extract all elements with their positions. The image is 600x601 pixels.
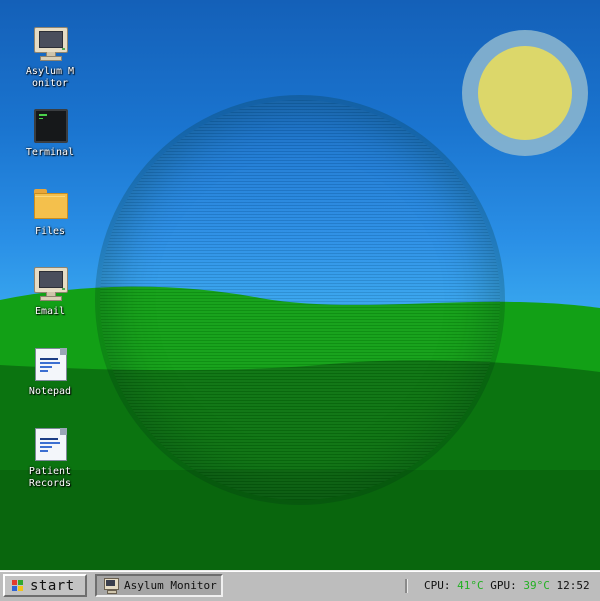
system-tray: CPU: 41°C GPU: 39°C 12:52	[424, 579, 590, 592]
desktop-icon-terminal[interactable]: Terminal	[14, 107, 86, 159]
desktop-icon-asylum-monitor[interactable]: Asylum Monitor	[14, 26, 86, 90]
document-icon	[32, 426, 68, 462]
wallpaper	[0, 30, 600, 570]
gpu-temperature: 39°C	[523, 579, 550, 592]
start-button[interactable]: start	[3, 574, 87, 597]
monitor-icon	[32, 26, 68, 62]
desktop-icon-label: Asylum Monitor	[25, 66, 75, 89]
desktop-icon-label: Terminal	[25, 147, 75, 158]
desktop-icon-label: Notepad	[28, 386, 72, 397]
notepad-icon	[32, 346, 68, 382]
desktop-icon-label: Files	[34, 226, 66, 237]
terminal-icon	[32, 107, 68, 143]
monitor-icon	[103, 578, 119, 594]
cpu-label: CPU:	[424, 579, 451, 592]
tray-separator	[405, 579, 408, 593]
desktop-icon-label: Patient Records	[28, 466, 72, 489]
start-label: start	[30, 577, 75, 594]
sun	[478, 46, 572, 140]
monitor-icon	[32, 266, 68, 302]
gpu-label: GPU:	[490, 579, 517, 592]
folder-icon	[32, 186, 68, 222]
desktop-icon-notepad[interactable]: Notepad	[14, 346, 86, 398]
desktop-icon-patient-records[interactable]: Patient Records	[14, 426, 86, 490]
taskbar-window-asylum-monitor[interactable]: Asylum Monitor	[95, 574, 223, 597]
taskbar-window-label: Asylum Monitor	[124, 579, 217, 592]
clock[interactable]: 12:52	[557, 579, 590, 592]
desktop-icon-email[interactable]: Email	[14, 266, 86, 318]
ground-shade	[0, 470, 600, 570]
desktop-icon-files[interactable]: Files	[14, 186, 86, 238]
taskbar: start Asylum Monitor CPU: 41°C GPU: 39°C…	[0, 570, 600, 601]
desktop: Asylum Monitor Terminal Files Email Note…	[0, 0, 600, 570]
cpu-temperature: 41°C	[457, 579, 484, 592]
windows-logo-icon	[12, 579, 24, 592]
desktop-icon-label: Email	[34, 306, 66, 317]
